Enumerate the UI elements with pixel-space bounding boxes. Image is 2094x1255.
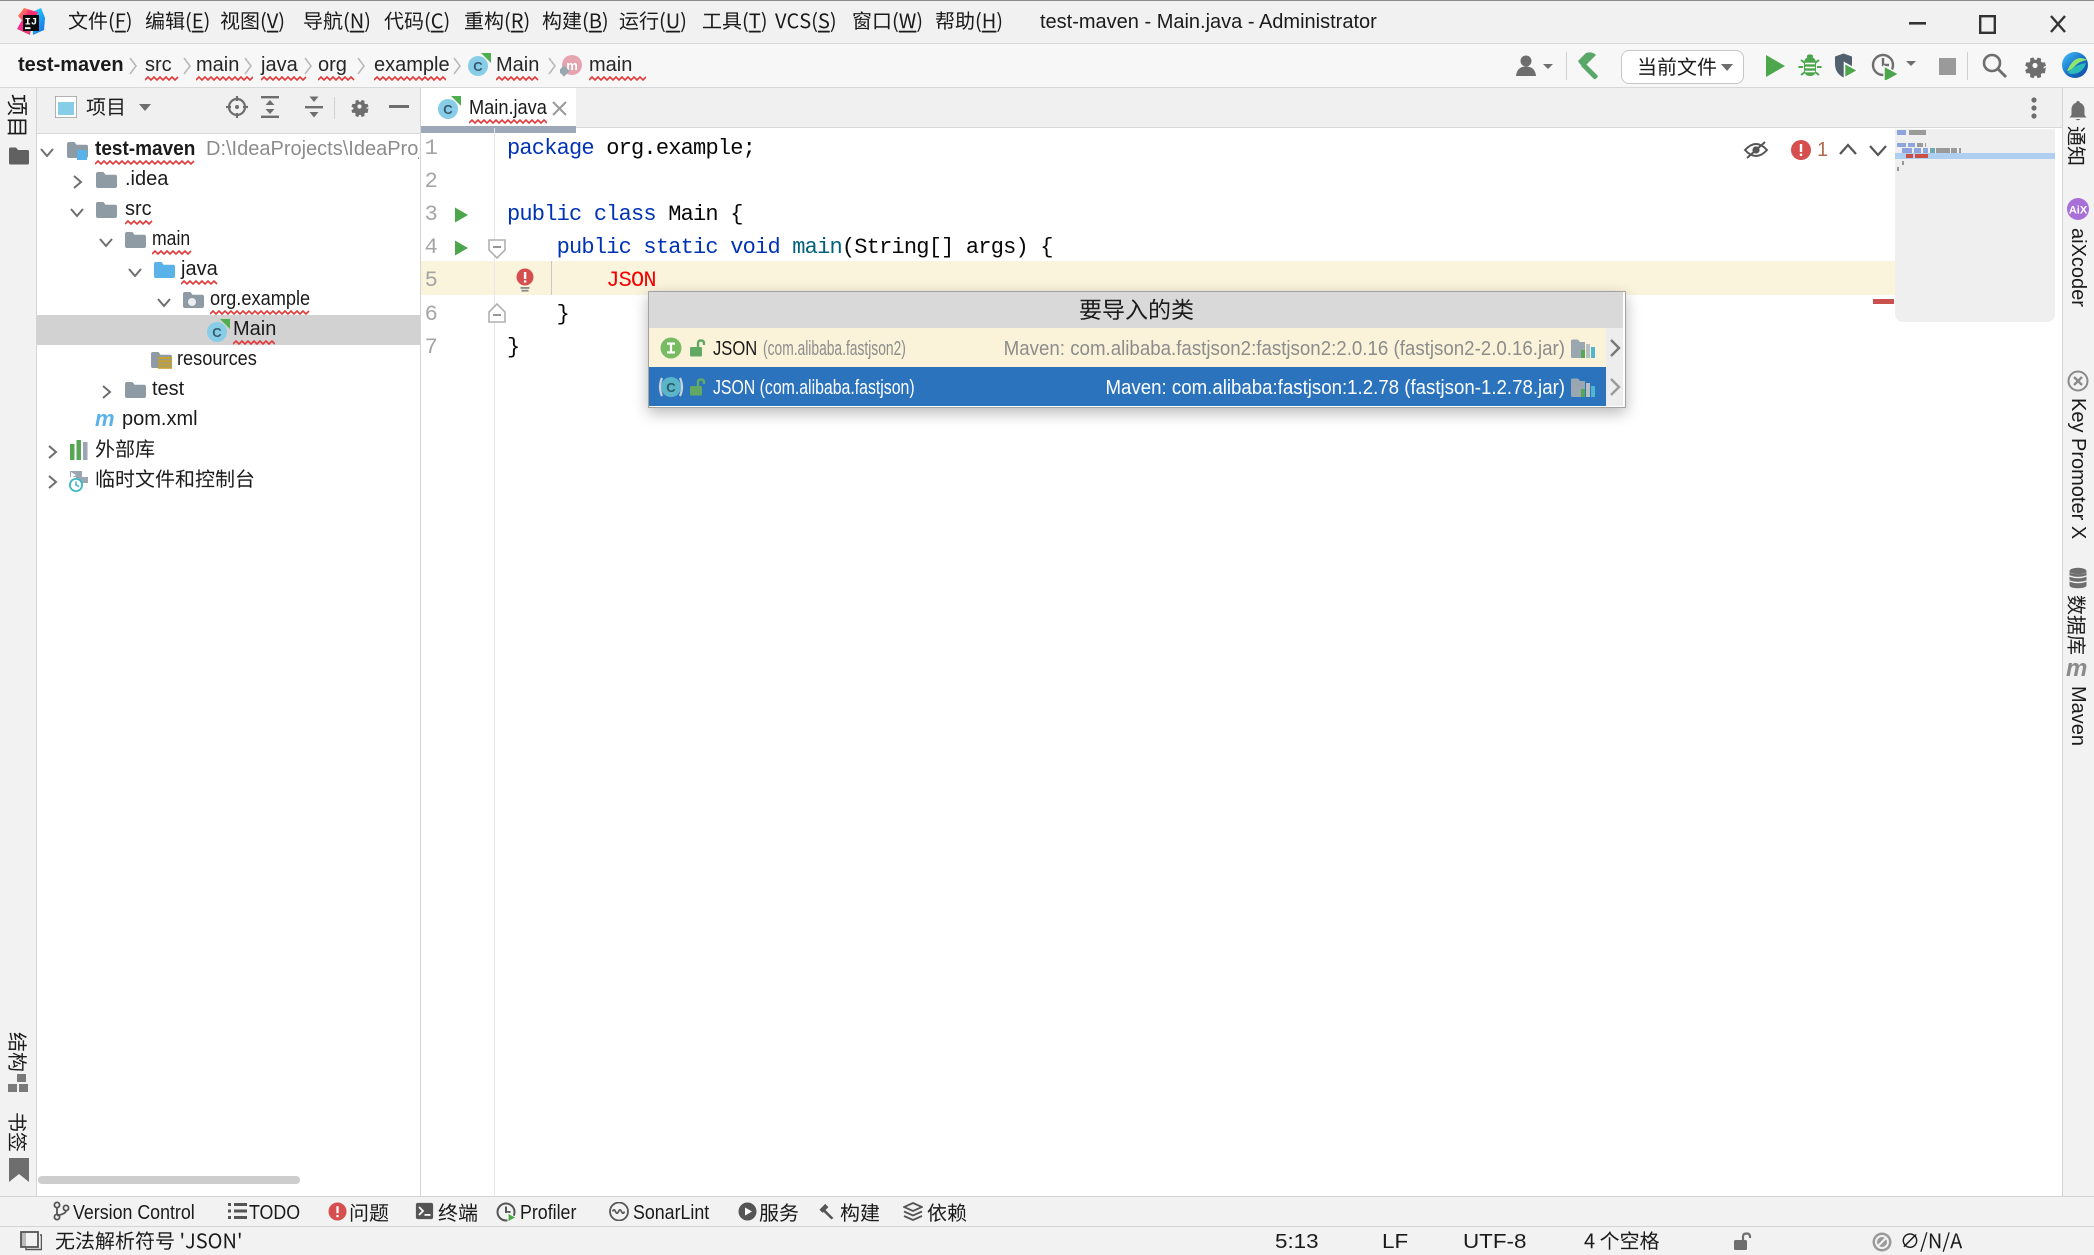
svg-text:C: C [666,380,676,395]
svg-text:AiX: AiX [2069,205,2088,217]
svg-text:C: C [443,102,453,117]
svg-text:C: C [212,325,222,340]
svg-text:IJ: IJ [25,16,38,28]
svg-text:C: C [473,59,483,74]
